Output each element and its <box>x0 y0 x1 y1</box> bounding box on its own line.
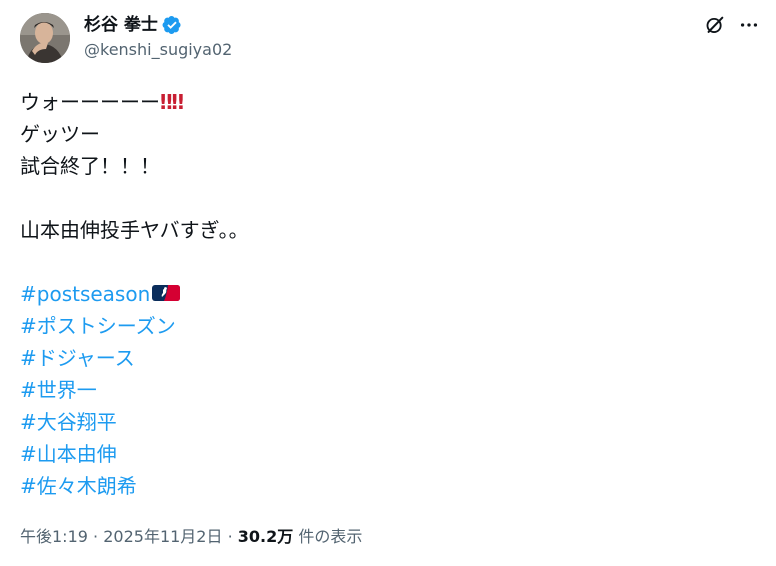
tweet-line-text: ウォーーーーー <box>20 90 160 114</box>
author-handle[interactable]: @kenshi_sugiya02 <box>84 39 232 61</box>
author-display-name[interactable]: 杉谷 拳士 <box>84 13 158 37</box>
tweet-line: 試合終了！！！ <box>20 154 160 178</box>
meta-separator: · <box>93 527 99 546</box>
double-exclamation-emoji: ‼‼ <box>160 90 184 114</box>
hashtag-link[interactable]: #世界一 <box>20 378 97 402</box>
tweet-text: ウォーーーーー‼‼ ゲッツー 試合終了！！！ 山本由伸投手ヤバすぎ。。 #pos… <box>20 86 756 502</box>
tweet-meta: 午後1:19 · 2025年11月2日 · 30.2万 件の表示 <box>20 525 362 549</box>
hashtag-line: #postseason <box>20 278 756 310</box>
hashtag-line: #大谷翔平 <box>20 406 756 438</box>
meta-separator: · <box>227 527 233 546</box>
verified-badge-icon[interactable] <box>162 15 182 35</box>
tweet-time[interactable]: 午後1:19 <box>20 527 88 546</box>
hashtag-link[interactable]: #佐々木朗希 <box>20 474 137 498</box>
tweet-line: 山本由伸投手ヤバすぎ。。 <box>20 218 249 242</box>
hashtag-link[interactable]: #山本由伸 <box>20 442 117 466</box>
grok-icon[interactable] <box>702 12 728 38</box>
hashtag-link[interactable]: #postseason <box>20 282 150 306</box>
hashtag-line: #ポストシーズン <box>20 310 756 342</box>
hashtag-link[interactable]: #ポストシーズン <box>20 314 176 338</box>
hashtag-line: #山本由伸 <box>20 438 756 470</box>
hashtag-link[interactable]: #大谷翔平 <box>20 410 117 434</box>
tweet-author: 杉谷 拳士 @kenshi_sugiya02 <box>84 13 232 61</box>
avatar[interactable] <box>20 13 70 63</box>
more-options-icon[interactable] <box>736 12 762 38</box>
tweet-line: ウォーーーーー‼‼ <box>20 86 756 118</box>
hashtag-line: #ドジャース <box>20 342 756 374</box>
avatar-image <box>20 13 70 63</box>
hashtag-line: #佐々木朗希 <box>20 470 756 502</box>
mlb-logo-emoji <box>152 278 181 310</box>
tweet-top-actions <box>694 12 762 38</box>
hashtag-line: #世界一 <box>20 374 756 406</box>
views-label: 件の表示 <box>298 527 363 546</box>
tweet-date[interactable]: 2025年11月2日 <box>103 527 222 546</box>
tweet-line: ゲッツー <box>20 122 100 146</box>
hashtag-link[interactable]: #ドジャース <box>20 346 135 370</box>
views-count[interactable]: 30.2万 <box>238 527 293 546</box>
